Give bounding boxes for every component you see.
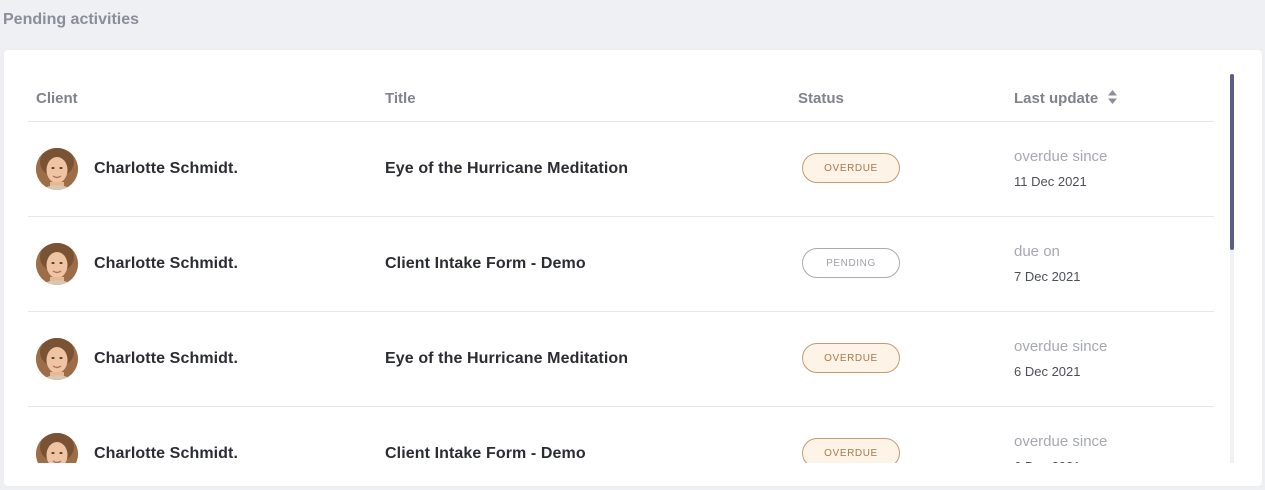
last-update-date: 6 Dec 2021: [1014, 364, 1081, 379]
activity-title[interactable]: Eye of the Hurricane Meditation: [385, 350, 628, 368]
client-name[interactable]: Charlotte Schmidt.: [94, 255, 238, 273]
column-header-status: Status: [798, 90, 844, 107]
sort-updown-icon[interactable]: [1108, 90, 1118, 108]
activities-table: Client Title Status Last update Charlott…: [28, 74, 1214, 463]
table-row[interactable]: Charlotte Schmidt. Eye of the Hurricane …: [28, 122, 1214, 217]
avatar[interactable]: [36, 433, 78, 463]
last-update-date: 11 Dec 2021: [1014, 174, 1087, 189]
activity-title[interactable]: Eye of the Hurricane Meditation: [385, 160, 628, 178]
activity-title[interactable]: Client Intake Form - Demo: [385, 445, 586, 463]
column-header-title: Title: [385, 90, 416, 107]
scrollbar[interactable]: [1230, 74, 1234, 463]
last-update-date: 7 Dec 2021: [1014, 269, 1081, 284]
avatar[interactable]: [36, 148, 78, 190]
client-name[interactable]: Charlotte Schmidt.: [94, 350, 238, 368]
table-row[interactable]: Charlotte Schmidt. Client Intake Form - …: [28, 217, 1214, 312]
last-update-date: 6 Dec 2021: [1014, 459, 1081, 463]
last-update-label: overdue since: [1014, 338, 1108, 355]
last-update-label: due on: [1014, 243, 1060, 260]
status-badge: OVERDUE: [802, 343, 900, 373]
last-update-label: overdue since: [1014, 148, 1108, 165]
last-update-label: overdue since: [1014, 433, 1108, 450]
client-name[interactable]: Charlotte Schmidt.: [94, 160, 238, 178]
status-badge: PENDING: [802, 248, 900, 278]
table-row[interactable]: Charlotte Schmidt. Client Intake Form - …: [28, 407, 1214, 463]
avatar[interactable]: [36, 338, 78, 380]
avatar[interactable]: [36, 243, 78, 285]
table-header: Client Title Status Last update: [28, 74, 1214, 122]
column-header-last-update[interactable]: Last update: [1014, 90, 1118, 108]
client-name[interactable]: Charlotte Schmidt.: [94, 445, 238, 463]
table-row[interactable]: Charlotte Schmidt. Eye of the Hurricane …: [28, 312, 1214, 407]
column-header-client: Client: [36, 90, 78, 107]
column-header-last-update-label: Last update: [1014, 90, 1099, 107]
pending-activities-card: Client Title Status Last update Charlott…: [4, 50, 1262, 486]
status-badge: OVERDUE: [802, 153, 900, 183]
activity-title[interactable]: Client Intake Form - Demo: [385, 255, 586, 273]
scrollbar-thumb[interactable]: [1230, 74, 1234, 250]
status-badge: OVERDUE: [802, 438, 900, 463]
section-title: Pending activities: [3, 11, 140, 28]
